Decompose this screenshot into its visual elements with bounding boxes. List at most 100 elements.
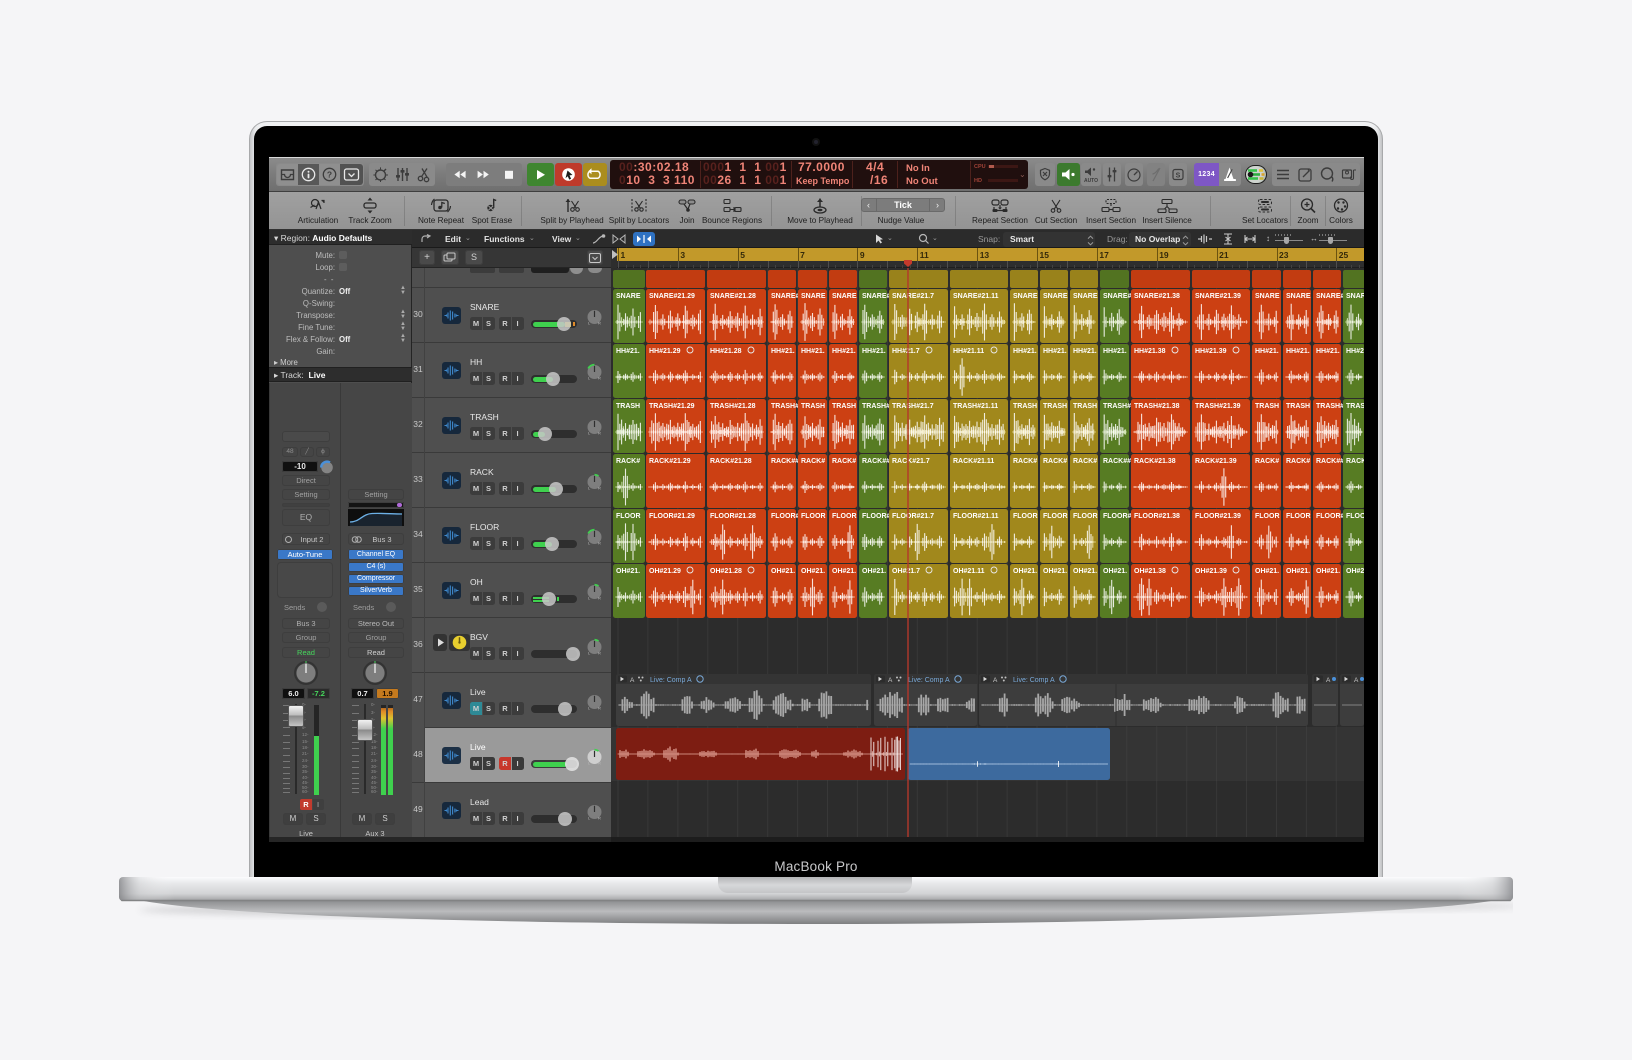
svg-text:SNARE#: SNARE# (862, 293, 891, 300)
svg-text:HH#21.28: HH#21.28 (710, 348, 742, 355)
svg-text:TRASH: TRASH (1255, 403, 1279, 410)
svg-text:RACK#21.38: RACK#21.38 (1134, 458, 1176, 465)
svg-text:OH#21.: OH#21. (1103, 568, 1127, 575)
svg-text:A: A (888, 677, 893, 684)
svg-text:FLOOR#21.11: FLOOR#21.11 (953, 513, 999, 520)
svg-text:OH#21.39: OH#21.39 (1195, 568, 1227, 575)
svg-text:TRASH: TRASH (1286, 403, 1310, 410)
svg-text:SNARE#21.39: SNARE#21.39 (1195, 293, 1241, 300)
svg-text:HH#21.: HH#21. (1013, 348, 1037, 355)
svg-text:R: R (598, 431, 601, 436)
svg-text:HH#21.: HH#21. (1316, 348, 1340, 355)
svg-text:FLOOR: FLOOR (1043, 513, 1068, 520)
svg-text:TRASH#21.39: TRASH#21.39 (1195, 403, 1241, 410)
svg-text:RACK#: RACK# (801, 458, 825, 465)
svg-text:RACK#21.28: RACK#21.28 (710, 458, 752, 465)
svg-text:RACK#: RACK# (616, 458, 640, 465)
svg-text:RACK##: RACK## (862, 458, 890, 465)
svg-text:HH#21.: HH#21. (832, 348, 856, 355)
svg-text:OH#21.: OH#21. (862, 568, 886, 575)
svg-text:SNARE#: SNARE# (1103, 293, 1132, 300)
svg-text:R: R (598, 541, 601, 546)
svg-text:SNARE: SNARE (801, 293, 826, 300)
svg-text:R: R (598, 651, 601, 656)
svg-text:RACK#: RACK# (1073, 458, 1097, 465)
svg-text:R: R (598, 596, 601, 601)
svg-text:RACK#: RACK# (832, 458, 856, 465)
svg-text:SNARE: SNARE (1073, 293, 1098, 300)
svg-text:SNARE#21.7: SNARE#21.7 (892, 293, 934, 300)
svg-text:SNARE#: SNARE# (771, 293, 800, 300)
svg-text:OH#21.: OH#21. (1316, 568, 1340, 575)
svg-text:OH#21.: OH#21. (1286, 568, 1310, 575)
svg-text:OH#21.: OH#21. (1043, 568, 1067, 575)
svg-text:FLOOR: FLOOR (1255, 513, 1280, 520)
svg-text:TRASH#21.29: TRASH#21.29 (649, 403, 695, 410)
svg-text:SNARE#21.38: SNARE#21.38 (1134, 293, 1180, 300)
svg-text:HH#21.: HH#21. (1073, 348, 1097, 355)
svg-text:HH#21: HH#21 (1346, 348, 1364, 355)
svg-text:FLOOR#21.39: FLOOR#21.39 (1195, 513, 1241, 520)
svg-text:A: A (1354, 677, 1359, 684)
svg-text:TRASH: TRASH (616, 403, 640, 410)
svg-text:RACK#21.7: RACK#21.7 (892, 458, 930, 465)
svg-text:HH#21.: HH#21. (1286, 348, 1310, 355)
svg-text:FLOOR#21.28: FLOOR#21.28 (710, 513, 756, 520)
svg-text:OH#21.: OH#21. (1013, 568, 1037, 575)
svg-text:R: R (598, 761, 601, 766)
svg-text:SNARE: SNARE (832, 293, 857, 300)
svg-text:FLOOR#21.38: FLOOR#21.38 (1134, 513, 1180, 520)
svg-text:SNARE: SNARE (616, 293, 641, 300)
svg-text:OH#21.: OH#21. (801, 568, 825, 575)
svg-text:TRASH: TRASH (1073, 403, 1097, 410)
svg-text:A: A (993, 677, 998, 684)
svg-text:FLOOR#: FLOOR# (1316, 513, 1344, 520)
svg-text:R: R (598, 486, 601, 491)
svg-text:OH#21.28: OH#21.28 (710, 568, 742, 575)
svg-text:FLOOR: FLOOR (1073, 513, 1098, 520)
svg-text:HH#21.: HH#21. (862, 348, 886, 355)
svg-text:SNARE: SNARE (1255, 293, 1280, 300)
svg-text:OH#21.29: OH#21.29 (649, 568, 681, 575)
svg-text:HH#21.: HH#21. (616, 348, 640, 355)
svg-text:HH#21.7: HH#21.7 (892, 348, 920, 355)
svg-text:FLOOR#: FLOOR# (1103, 513, 1131, 520)
svg-text:RACK#21.39: RACK#21.39 (1195, 458, 1237, 465)
svg-text:OH#21: OH#21 (1346, 568, 1364, 575)
svg-text:FLOOR: FLOOR (832, 513, 857, 520)
svg-text:RACK#: RACK# (1043, 458, 1067, 465)
svg-text:RACK#21.11: RACK#21.11 (953, 458, 994, 465)
svg-text:FLOOR: FLOOR (1286, 513, 1311, 520)
svg-text:TRASH#21.11: TRASH#21.11 (953, 403, 998, 410)
svg-text:OH#21.38: OH#21.38 (1134, 568, 1166, 575)
svg-text:R: R (598, 321, 601, 326)
svg-text:OH#21.: OH#21. (771, 568, 795, 575)
svg-text:OH#21.7: OH#21.7 (892, 568, 920, 575)
svg-text:AUTO: AUTO (1084, 178, 1098, 184)
svg-text:TRASH#21.28: TRASH#21.28 (710, 403, 756, 410)
svg-text:?: ? (327, 170, 332, 180)
svg-text:TRASH#: TRASH# (771, 403, 799, 410)
svg-text:A: A (1326, 677, 1331, 684)
svg-text:FLOOR: FLOOR (1013, 513, 1038, 520)
svg-text:FLOOR: FLOOR (801, 513, 826, 520)
svg-text:TRASH: TRASH (832, 403, 856, 410)
svg-text:TRASH#: TRASH# (1103, 403, 1131, 410)
svg-text:FLOOR: FLOOR (616, 513, 641, 520)
svg-text:SNARE#21.11: SNARE#21.11 (953, 293, 999, 300)
svg-text:RACK#: RACK# (1255, 458, 1279, 465)
svg-text:SNARE: SNARE (1013, 293, 1038, 300)
svg-text:SNARE: SNARE (1043, 293, 1068, 300)
svg-text:Live: Comp A: Live: Comp A (908, 677, 950, 684)
svg-text:A: A (630, 677, 635, 684)
svg-text:OH#21.: OH#21. (1073, 568, 1097, 575)
svg-text:TRASH: TRASH (1346, 403, 1364, 410)
svg-text:FLOOR#: FLOOR# (862, 513, 890, 520)
svg-text:Live: Comp A: Live: Comp A (650, 677, 692, 684)
svg-text:RACK#: RACK# (1346, 458, 1364, 465)
svg-text:HH#21.11: HH#21.11 (953, 348, 984, 355)
svg-text:SNARE: SNARE (1286, 293, 1311, 300)
svg-text:TRASH: TRASH (801, 403, 825, 410)
svg-text:FLOOR#: FLOOR# (771, 513, 799, 520)
svg-text:TRASH#21.38: TRASH#21.38 (1134, 403, 1180, 410)
